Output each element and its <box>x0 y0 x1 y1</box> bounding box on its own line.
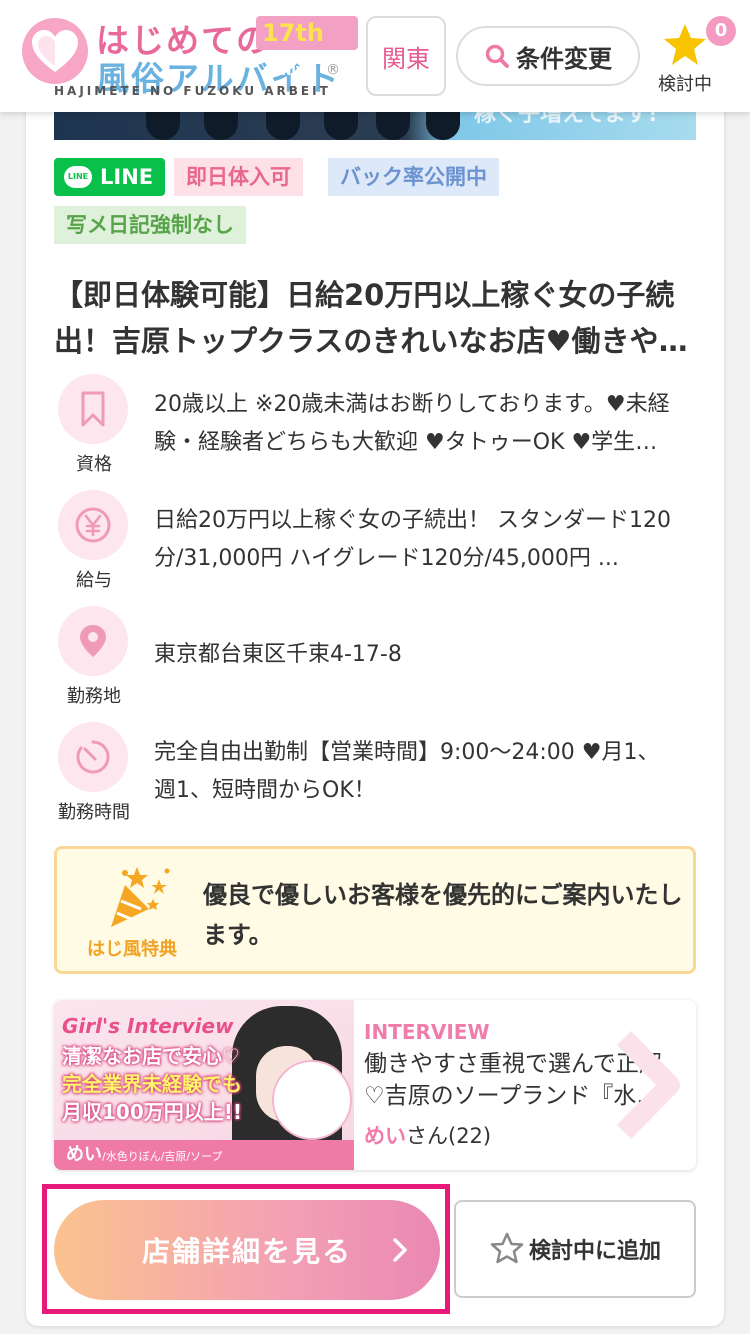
favorites-count-badge: 0 <box>706 16 736 46</box>
salary-text: 日給20万円以上稼ぐ女の子続出！ スタンダード120分/31,000円 ハイグレ… <box>154 508 671 571</box>
line-tag: LINE LINE <box>54 158 166 196</box>
search-icon <box>485 44 509 68</box>
perk-label: はじ風特典 <box>87 939 177 960</box>
logo-subtitle: HAJIMETE NO FUZOKU ARBEIT <box>54 84 331 98</box>
anniversary-badge: 17th ANNIV. <box>256 16 358 78</box>
location-label: 勤務地 <box>67 686 121 707</box>
shop-detail-label: 店舗詳細を見る <box>141 1235 352 1268</box>
party-popper-icon <box>111 867 170 927</box>
star-icon <box>664 24 706 65</box>
interviewee-name: めいさん(22) <box>364 1124 492 1148</box>
hours-text: 完全自由出勤制【営業時間】9:00〜24:00 ♥月1、週1、短時間からOK！ <box>154 740 660 803</box>
favorites-button[interactable]: 0 検討中 <box>652 16 736 96</box>
registered-mark: ® <box>326 62 340 78</box>
add-to-favorites-label: 検討中に追加 <box>528 1239 661 1264</box>
area-select-button[interactable]: 関東 <box>366 16 446 96</box>
fan-image <box>272 1060 352 1140</box>
add-to-favorites-button[interactable]: 検討中に追加 <box>454 1200 696 1298</box>
line-tag-label: LINE <box>100 165 154 189</box>
perk-text: 優良で優しいお客様を優先的にご案内いたします。 <box>203 881 683 949</box>
interview-photo: Girl's Interview 清潔なお店で安心♡ 完全業界未経験でも 月収1… <box>54 1000 354 1170</box>
interview-photo-heading: Girl's Interview <box>62 1014 234 1038</box>
job-title[interactable]: 【即日体験可能】日給20万円以上稼ぐ女の子続出！吉原トップクラスのきれいなお店♥… <box>54 272 694 364</box>
interview-card[interactable]: Girl's Interview 清潔なお店で安心♡ 完全業界未経験でも 月収1… <box>54 1000 696 1170</box>
interview-photo-namebar: めい/水色りぼん/吉原/ソープ <box>54 1140 354 1170</box>
favorites-label: 検討中 <box>658 74 712 95</box>
special-perk-box: はじ風特典 優良で優しいお客様を優先的にご案内いたします。 <box>54 846 696 974</box>
interview-label: INTERVIEW <box>364 1020 490 1044</box>
chevron-right-icon <box>393 1238 407 1262</box>
timer-icon <box>58 722 128 792</box>
interview-photo-copy: 清潔なお店で安心♡ 完全業界未経験でも 月収100万円以上!! <box>62 1044 242 1124</box>
no-photo-diary-tag: 写メ日記強制なし <box>54 206 246 244</box>
back-rate-tag: バック率公開中 <box>328 158 499 196</box>
location-text: 東京都台東区千束4-17-8 <box>154 642 402 667</box>
same-day-tag: 即日体入可 <box>174 158 303 196</box>
heart-logo-icon <box>22 18 88 84</box>
chevron-right-icon <box>616 1031 680 1139</box>
qualification-label: 資格 <box>76 454 112 475</box>
site-logo[interactable]: はじめての 風俗アルバイト ® 17th ANNIV. HAJIMETE NO … <box>18 12 358 102</box>
change-conditions-label: 条件変更 <box>516 44 612 73</box>
area-label: 関東 <box>382 44 430 73</box>
site-header: はじめての 風俗アルバイト ® 17th ANNIV. HAJIMETE NO … <box>0 0 750 112</box>
hours-label: 勤務時間 <box>58 802 130 823</box>
change-conditions-button[interactable]: 条件変更 <box>456 26 640 86</box>
job-card: 稼ぐ子増えてます! LINE LINE 即日体入可 バック率公開中 写メ日記強制… <box>26 0 724 1326</box>
salary-label: 給与 <box>76 570 112 591</box>
line-icon: LINE <box>64 166 92 188</box>
shop-detail-button[interactable]: 店舗詳細を見る <box>54 1200 440 1300</box>
qualification-text: 20歳以上 ※20歳未満はお断りしております。♥未経験・経験者どちらも大歓迎 ♥… <box>154 392 670 455</box>
yen-icon <box>58 490 128 560</box>
star-outline-icon <box>490 1232 524 1264</box>
bookmark-icon <box>58 374 128 444</box>
map-pin-icon <box>58 606 128 676</box>
